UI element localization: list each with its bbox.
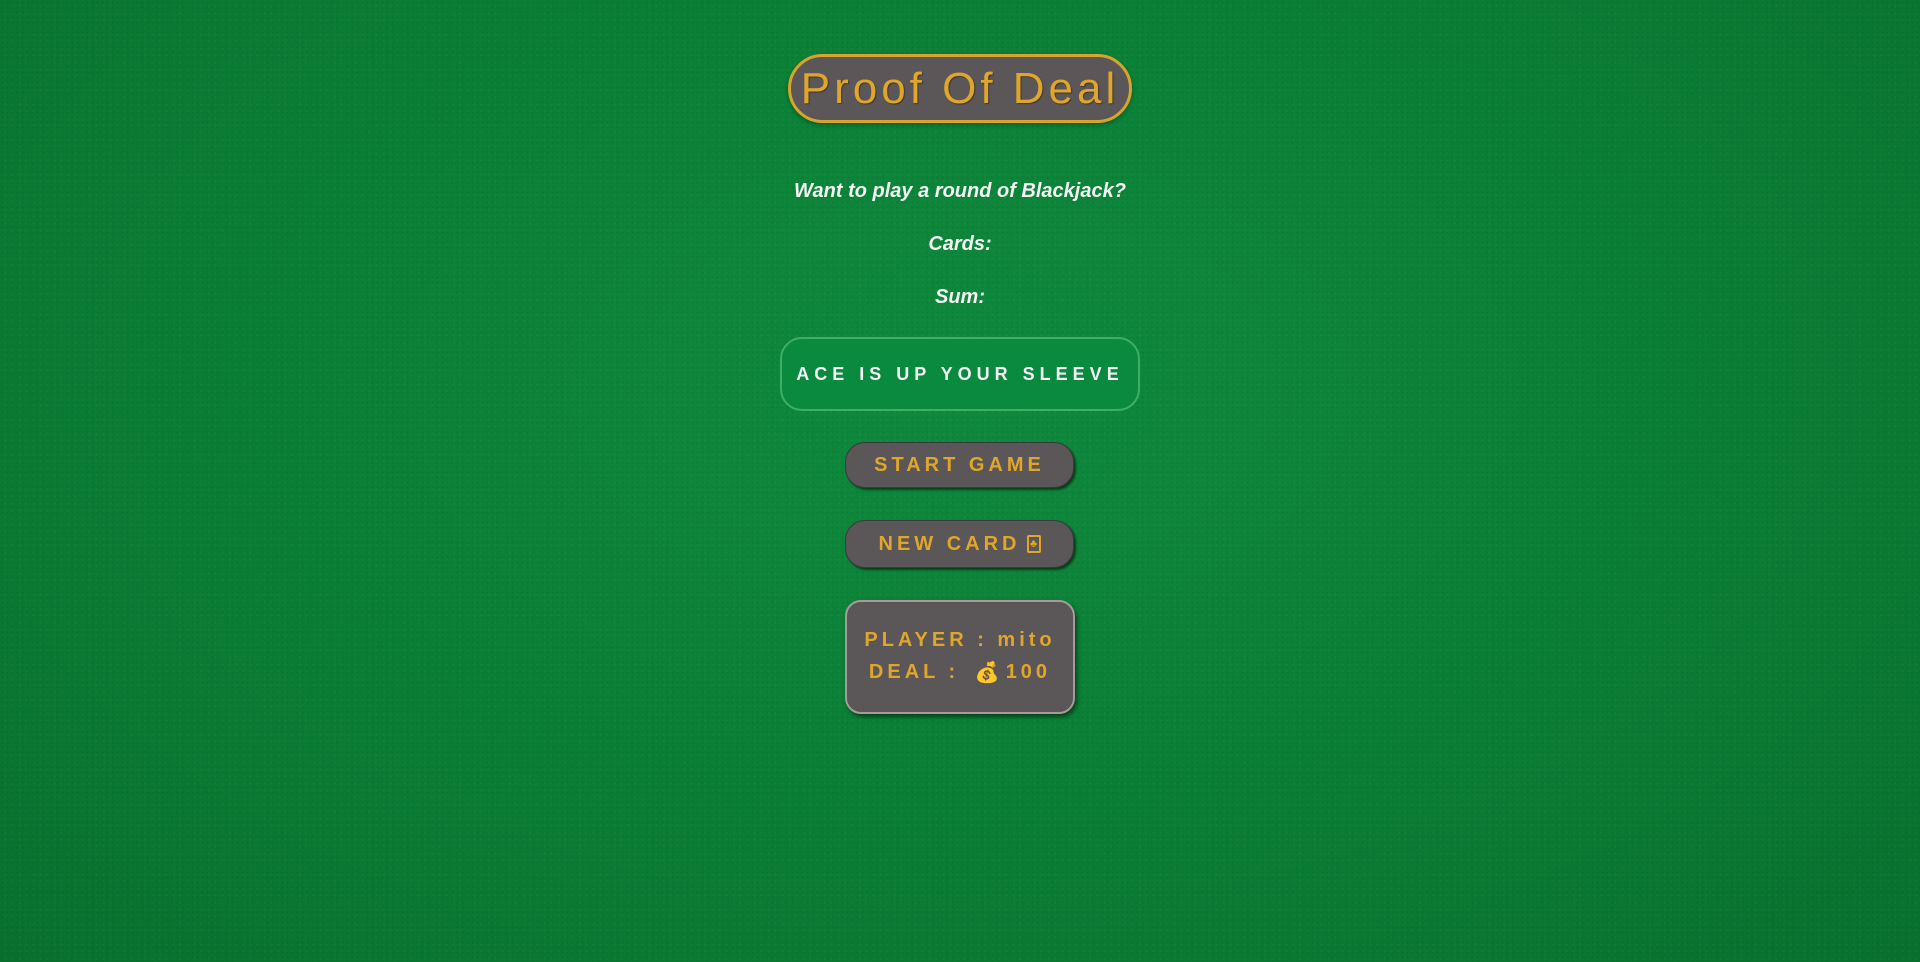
start-game-button[interactable]: START GAME [845,442,1074,488]
player-name: mito [997,629,1056,651]
game-message: Want to play a round of Blackjack? [794,180,1126,202]
game-table: Proof Of Deal Want to play a round of Bl… [0,0,1920,962]
new-card-button[interactable]: NEW CARD ♣ [845,520,1074,568]
sleeve-panel: ACE IS UP YOUR SLEEVE [780,337,1140,411]
money-bag-icon: 💰 [974,662,1000,684]
player-panel: PLAYER : mito DEAL : 💰 100 [845,600,1075,714]
cards-label: Cards: [928,233,992,255]
deal-amount: 100 [1005,661,1052,683]
sum-label: Sum: [935,286,985,308]
player-label: PLAYER : [864,629,998,651]
deal-label: DEAL : [868,661,969,683]
title-banner: Proof Of Deal [788,54,1132,123]
player-line: PLAYER : mito [864,629,1055,652]
sleeve-text: ACE IS UP YOUR SLEEVE [796,363,1124,384]
page-title: Proof Of Deal [800,63,1120,113]
start-game-label: START GAME [874,453,1045,476]
new-card-label: NEW CARD [878,532,1021,555]
deal-line: DEAL : 💰 100 [869,660,1051,685]
playing-card-icon: ♣ [1026,535,1041,553]
